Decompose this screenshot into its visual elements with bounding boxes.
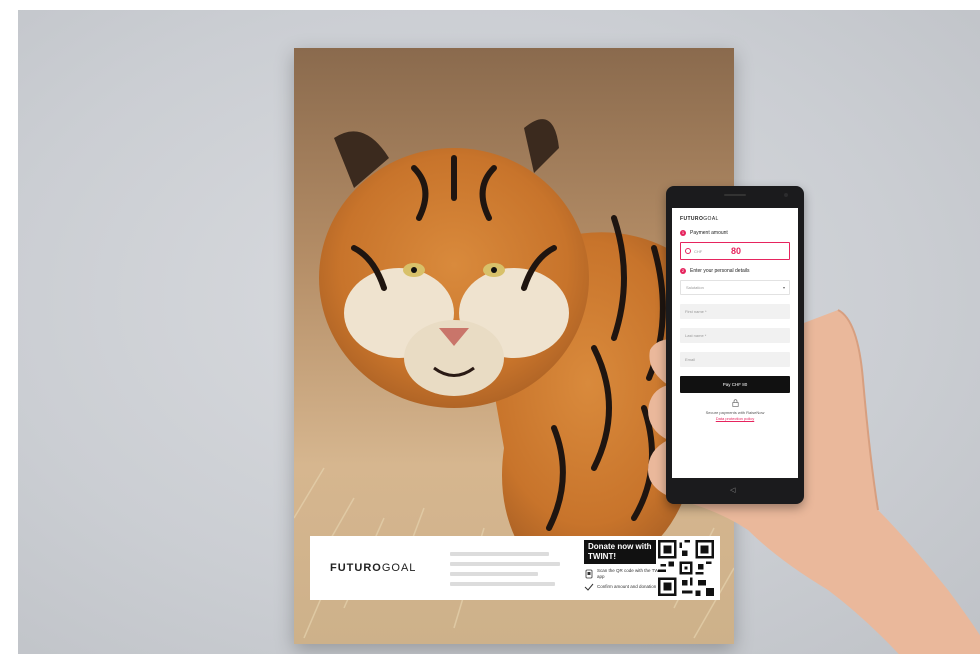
- phone-speaker: [724, 194, 746, 196]
- phone-scan-icon: [585, 569, 593, 578]
- poster-logo: FUTUROGOAL: [330, 562, 417, 574]
- lock-icon: [672, 399, 798, 407]
- coin-icon: [685, 248, 691, 254]
- last-name-field[interactable]: Last name *: [680, 328, 790, 343]
- placeholder-text-lines: [450, 552, 560, 592]
- chevron-down-icon: ▾: [782, 285, 785, 290]
- step-number-2: 2: [680, 268, 686, 274]
- step-number-1: 1: [680, 230, 686, 236]
- salutation-select[interactable]: Salutation ▾: [680, 280, 790, 295]
- checkmark-icon: [584, 583, 594, 591]
- step-personal-details: 2 Enter your personal details: [680, 268, 750, 274]
- smartphone: FUTUROGOAL 1 Payment amount CHF 80 2 Ent…: [666, 186, 804, 504]
- first-name-field[interactable]: First name *: [680, 304, 790, 319]
- step-payment-amount: 1 Payment amount: [680, 230, 728, 236]
- phone-screen: FUTUROGOAL 1 Payment amount CHF 80 2 Ent…: [672, 208, 798, 478]
- currency-label: CHF: [694, 248, 703, 254]
- app-logo: FUTUROGOAL: [680, 216, 719, 222]
- privacy-policy-link[interactable]: Data protection policy: [672, 416, 798, 421]
- amount-input[interactable]: CHF 80: [680, 242, 790, 260]
- phone-camera: [784, 193, 788, 197]
- amount-value: 80: [731, 246, 742, 256]
- secure-payment-text: Secure payments with RaiseNow: [705, 410, 765, 415]
- email-field[interactable]: Email: [680, 352, 790, 367]
- poster-brand-panel: FUTUROGOAL: [310, 536, 578, 600]
- wall-background: FUTUROGOAL Donate now with TWINT! Scan t…: [18, 10, 980, 654]
- pay-button[interactable]: Pay CHF 80: [680, 376, 790, 393]
- back-nav-icon[interactable]: ◁: [730, 486, 735, 494]
